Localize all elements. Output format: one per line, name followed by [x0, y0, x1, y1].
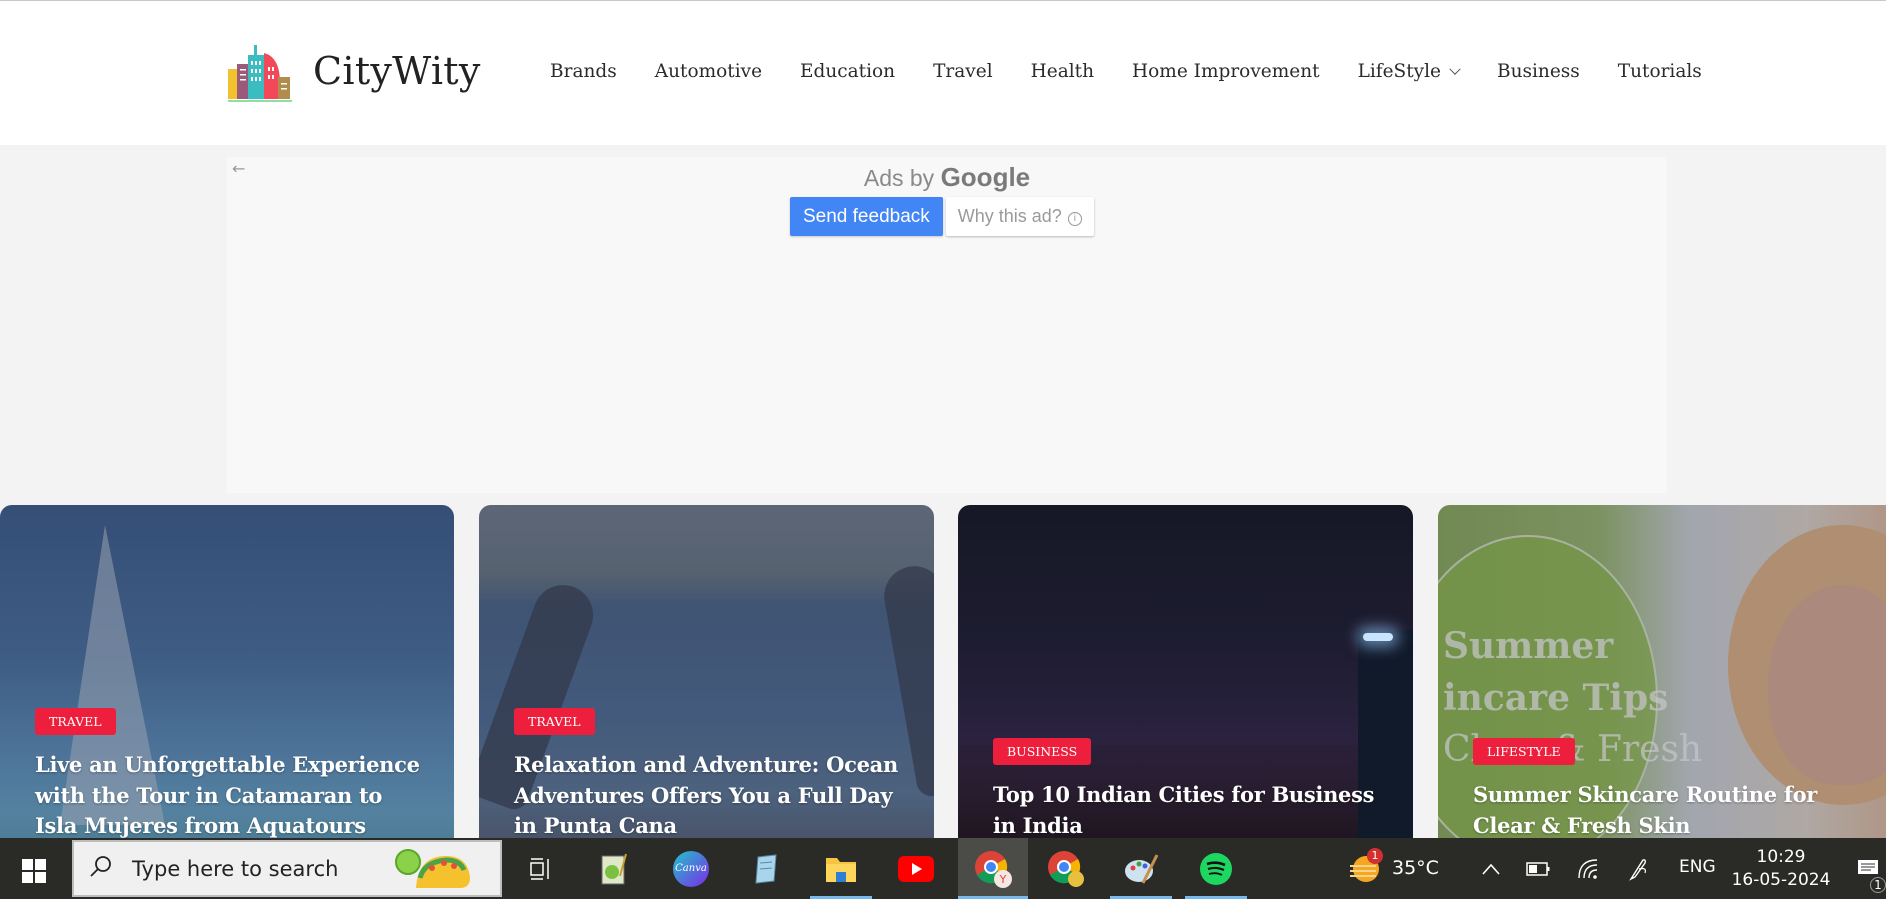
- category-badge[interactable]: LIFESTYLE: [1473, 738, 1575, 765]
- youtube-icon: [898, 855, 934, 882]
- network-button[interactable]: [1570, 838, 1606, 899]
- weather-widget[interactable]: 1 35°C: [1340, 838, 1460, 899]
- pen-icon: [1629, 858, 1646, 881]
- nav-item-home-improvement[interactable]: Home Improvement: [1132, 61, 1320, 82]
- why-this-ad-label: Why this ad?: [957, 206, 1062, 226]
- chrome-icon: [1048, 850, 1084, 887]
- paint-icon: [1125, 853, 1159, 884]
- pen-workspace-button[interactable]: [1620, 838, 1656, 899]
- clock-time: 10:29: [1756, 847, 1806, 867]
- nav-label: Tutorials: [1617, 61, 1702, 82]
- tower-light: [1363, 633, 1393, 641]
- category-badge[interactable]: TRAVEL: [514, 708, 595, 735]
- action-center-button[interactable]: 1: [1850, 838, 1886, 899]
- nav-label: Home Improvement: [1132, 61, 1320, 82]
- article-title[interactable]: Top 10 Indian Cities for Business in Ind…: [993, 780, 1383, 841]
- site-header: CityWity Brands Automotive Education Tra…: [0, 1, 1886, 145]
- taskbar-app-spotify[interactable]: [1185, 838, 1247, 899]
- nav-label: Brands: [550, 61, 617, 82]
- input-language[interactable]: ENG: [1679, 857, 1716, 877]
- weather-temperature: 35°C: [1392, 857, 1439, 879]
- nav-label: Education: [800, 61, 896, 82]
- chrome-icon: Y: [975, 850, 1012, 888]
- nav-item-health[interactable]: Health: [1031, 61, 1094, 82]
- nav-label: Automotive: [654, 61, 763, 82]
- show-hidden-icons-button[interactable]: [1474, 838, 1508, 899]
- article-title[interactable]: Summer Skincare Routine for Clear & Fres…: [1473, 780, 1868, 841]
- article-title[interactable]: Relaxation and Adventure: Ocean Adventur…: [514, 750, 904, 842]
- nav-item-travel[interactable]: Travel: [933, 61, 993, 82]
- battery-button[interactable]: [1520, 838, 1556, 899]
- send-feedback-button[interactable]: Send feedback: [790, 197, 943, 236]
- taskbar-app-youtube[interactable]: [885, 838, 947, 899]
- battery-icon: [1526, 861, 1550, 876]
- chevron-down-icon: [1449, 63, 1461, 75]
- task-view-button[interactable]: [510, 838, 572, 899]
- nav-item-automotive[interactable]: Automotive: [655, 61, 762, 82]
- why-this-ad-button[interactable]: Why this ad? i: [945, 197, 1094, 236]
- weather-alert-badge: 1: [1367, 848, 1383, 864]
- nav-label: Health: [1030, 61, 1094, 82]
- category-badge[interactable]: BUSINESS: [993, 738, 1092, 765]
- clock-button[interactable]: 10:29 16-05-2024: [1726, 838, 1836, 899]
- city-logo-icon[interactable]: [228, 43, 294, 103]
- article-card[interactable]: BUSINESS Top 10 Indian Cities for Busine…: [958, 505, 1413, 845]
- taskbar-app-notepad[interactable]: [735, 838, 797, 899]
- nav-item-tutorials[interactable]: Tutorials: [1618, 61, 1702, 82]
- nav-item-education[interactable]: Education: [800, 61, 895, 82]
- taskbar-app-file-explorer[interactable]: [810, 838, 872, 899]
- article-title[interactable]: Live an Unforgettable Experience with th…: [35, 750, 424, 842]
- ad-container: ← Ads by Google Send feedback Why this a…: [227, 157, 1667, 493]
- nav-item-lifestyle[interactable]: LifeStyle: [1357, 61, 1461, 82]
- wifi-icon: [1578, 858, 1598, 879]
- canva-icon: Canva: [673, 850, 709, 887]
- article-card[interactable]: TRAVEL Relaxation and Adventure: Ocean A…: [479, 505, 934, 845]
- nav-label: Business: [1496, 61, 1580, 82]
- nav-label: Travel: [933, 61, 993, 82]
- ad-actions: Send feedback Why this ad? i: [790, 197, 1094, 236]
- start-button[interactable]: [0, 838, 68, 899]
- task-view-icon: [530, 857, 549, 880]
- search-placeholder: Type here to search: [132, 857, 339, 881]
- nav-item-business[interactable]: Business: [1497, 61, 1580, 82]
- site-brand-name[interactable]: CityWity: [313, 49, 481, 93]
- google-wordmark: Google: [940, 162, 1031, 192]
- notepad-plus-plus-icon: [601, 853, 627, 884]
- taskbar-app-canva[interactable]: Canva: [660, 838, 722, 899]
- chevron-up-icon: [1482, 863, 1500, 875]
- nav-item-brands[interactable]: Brands: [550, 61, 617, 82]
- category-badge[interactable]: TRAVEL: [35, 708, 116, 735]
- taskbar-app-notepad-plus-plus[interactable]: [585, 838, 647, 899]
- notification-count: 1: [1870, 877, 1886, 893]
- article-card[interactable]: TRAVEL Live an Unforgettable Experience …: [0, 505, 454, 845]
- windows-taskbar: Type here to search Canva Y 1 35°C ENG 1…: [0, 838, 1886, 899]
- article-card[interactable]: Summer incare Tips Clear & Fresh LIFESTY…: [1438, 505, 1886, 845]
- search-icon: [90, 856, 111, 877]
- clock-date: 16-05-2024: [1731, 870, 1831, 890]
- notepad-icon: [755, 853, 777, 884]
- ads-by-google-label: Ads by Google: [227, 162, 1667, 193]
- taskbar-app-paint[interactable]: [1110, 838, 1172, 899]
- file-explorer-icon: [826, 857, 856, 882]
- nav-label: LifeStyle: [1357, 61, 1441, 82]
- ads-by-text: Ads by: [863, 165, 935, 191]
- svg-text:Y: Y: [999, 873, 1007, 886]
- taskbar-app-chrome-profile-y[interactable]: Y: [958, 838, 1028, 899]
- info-icon: i: [1067, 212, 1082, 226]
- taskbar-search-box[interactable]: Type here to search: [72, 840, 502, 897]
- spotify-icon: [1200, 852, 1232, 885]
- taco-doodle-icon: [395, 849, 470, 888]
- main-nav: Brands Automotive Education Travel Healt…: [550, 61, 1740, 82]
- taskbar-app-chrome-profile-2[interactable]: [1035, 838, 1097, 899]
- windows-logo-icon: [22, 859, 46, 883]
